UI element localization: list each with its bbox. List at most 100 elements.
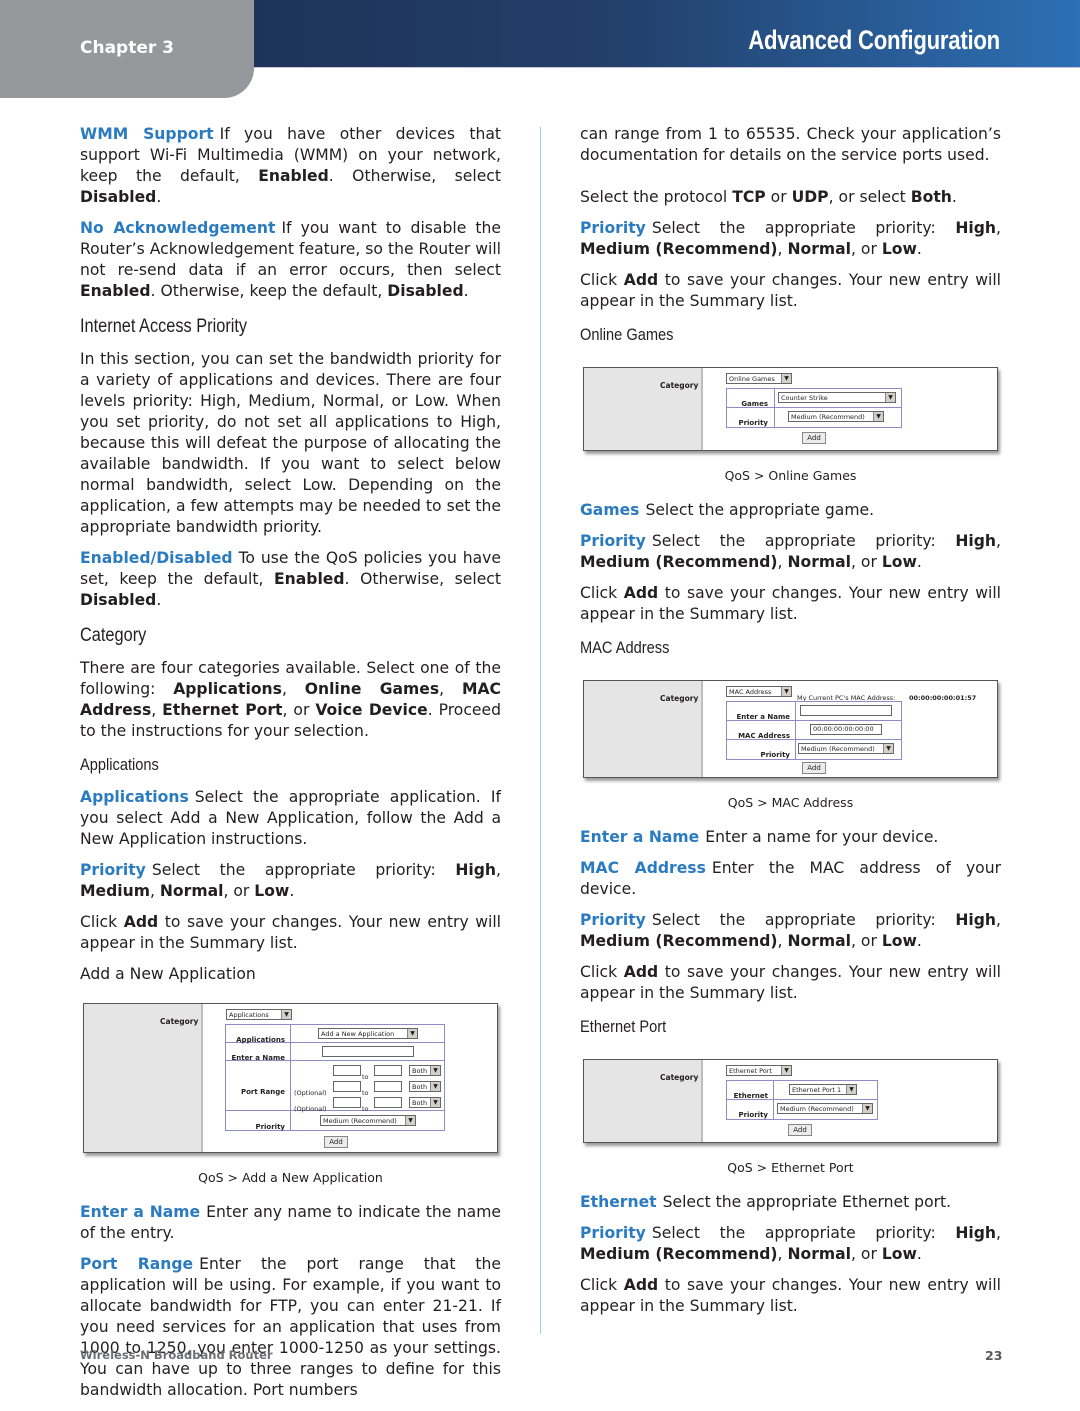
category-select[interactable]: Applications ▼	[226, 1009, 292, 1020]
priority-select[interactable]: Medium (Recommend) ▼	[777, 1103, 873, 1114]
caption-mac-address: QoS > MAC Address	[727, 795, 854, 810]
priority-select[interactable]: Medium (Recommend) ▼	[788, 411, 884, 422]
chevron-down-icon: ▼	[430, 1066, 440, 1075]
term-applications: Applications	[80, 788, 189, 806]
section-title: Advanced Configuration	[748, 25, 1000, 55]
term-priority: Priority	[580, 219, 646, 237]
priority-select[interactable]: Medium (Recommend) ▼	[798, 743, 894, 754]
protocol-select-1[interactable]: Both ▼	[409, 1065, 441, 1076]
enter-name-para: Enter a Name Enter any name to indicate t…	[80, 1203, 501, 1242]
screenshot-ethernet-port: Category Ethernet Port ▼ Ethernet Etherne…	[583, 1059, 998, 1143]
protocol-para: Select the protocol TCP or UDP, or selec…	[580, 188, 957, 206]
mac-address-para: MAC Address Enter the MAC address of your…	[580, 859, 1002, 898]
page-number: 23	[985, 1348, 1003, 1363]
chevron-down-icon: ▼	[430, 1098, 440, 1107]
mac-address-input[interactable]: 00:00:00:00:00:00	[810, 724, 882, 735]
click-add-para-mac: Click Add to save your changes. Your new…	[580, 963, 1001, 1002]
caption-online-games: QoS > Online Games	[724, 468, 857, 483]
name-input[interactable]	[800, 705, 892, 716]
term-priority: Priority	[80, 861, 146, 879]
games-select[interactable]: Counter Strike ▼	[778, 392, 896, 403]
column-divider	[540, 127, 541, 1334]
heading-applications: Applications	[80, 755, 159, 774]
enter-name-para-mac: Enter a Name Enter a name for your device…	[580, 828, 939, 846]
add-button[interactable]: Add	[324, 1136, 348, 1148]
heading-online-games: Online Games	[580, 325, 674, 344]
no-ack-para: No Acknowledgement If you want to disable…	[80, 219, 501, 300]
chevron-down-icon: ▼	[405, 1116, 415, 1125]
ethernet-label: Ethernet	[733, 1092, 768, 1100]
chevron-down-icon: ▼	[407, 1029, 417, 1038]
ethernet-select[interactable]: Ethernet Port 1 ▼	[789, 1084, 857, 1095]
port-range-para: Port Range Enter the port range that the …	[80, 1255, 501, 1399]
applications-para: Applications Select the appropriate appli…	[80, 788, 501, 848]
port-end-input-3[interactable]	[374, 1097, 402, 1108]
add-button[interactable]: Add	[788, 1124, 812, 1136]
wmm-support-para: WMM Support If you have other devices tha…	[80, 125, 501, 206]
term-mac-address: MAC Address	[580, 859, 706, 877]
category-label: Category	[160, 1017, 199, 1026]
term-priority: Priority	[580, 911, 646, 929]
applications-select[interactable]: Add a New Application ▼	[318, 1028, 418, 1039]
chevron-down-icon: ▼	[885, 393, 895, 402]
priority-select[interactable]: Medium (Recommend) ▼	[320, 1115, 416, 1126]
chevron-down-icon: ▼	[781, 687, 791, 696]
term-ethernet: Ethernet	[580, 1193, 657, 1211]
term-wmm-support: WMM Support	[80, 125, 214, 143]
chapter-label: Chapter 3	[80, 38, 175, 58]
port-start-input-1[interactable]	[333, 1065, 361, 1076]
port-end-input-2[interactable]	[374, 1081, 402, 1092]
port-range-continued: can range from 1 to 65535. Check your ap…	[580, 125, 1001, 164]
category-label: Category	[660, 381, 699, 390]
priority-para-eth: Priority Select the appropriate priority:…	[580, 1224, 1001, 1263]
click-add-para-eth: Click Add to save your changes. Your new…	[580, 1276, 1001, 1315]
term-enter-a-name: Enter a Name	[580, 828, 700, 846]
priority-label: Priority	[255, 1123, 285, 1131]
chapter-tab: Chapter 3	[0, 0, 254, 98]
click-add-para-apps: Click Add to save your changes. Your new…	[580, 271, 1001, 310]
click-add-para: Click Add to save your changes. Your new…	[80, 913, 501, 952]
name-input[interactable]	[322, 1046, 414, 1057]
chevron-down-icon: ▼	[430, 1082, 440, 1091]
port-start-input-2[interactable]	[333, 1081, 361, 1092]
priority-para-mac: Priority Select the appropriate priority:…	[580, 911, 1001, 950]
category-body: There are four categories available. Sel…	[80, 659, 501, 740]
caption-ethernet-port: QoS > Ethernet Port	[727, 1160, 854, 1175]
term-priority: Priority	[580, 532, 646, 550]
category-select[interactable]: MAC Address ▼	[726, 686, 792, 697]
chevron-down-icon: ▼	[781, 374, 791, 383]
chevron-down-icon: ▼	[846, 1085, 856, 1094]
heading-ethernet-port: Ethernet Port	[580, 1017, 667, 1036]
add-button[interactable]: Add	[802, 432, 826, 444]
heading-category: Category	[80, 625, 147, 646]
category-label: Category	[660, 694, 699, 703]
enter-name-label: Enter a Name	[736, 713, 790, 721]
category-select[interactable]: Ethernet Port ▼	[726, 1065, 792, 1076]
priority-label: Priority	[738, 1111, 768, 1119]
games-label: Games	[741, 400, 768, 408]
category-select[interactable]: Online Games ▼	[726, 373, 792, 384]
header-bar: Advanced Configuration	[254, 0, 1080, 68]
footer-product-name: Wireless-N Broadband Router	[80, 1348, 273, 1362]
enter-name-label: Enter a Name	[231, 1054, 285, 1062]
protocol-select-2[interactable]: Both ▼	[409, 1081, 441, 1092]
priority-para-games: Priority Select the appropriate priority:…	[580, 532, 1001, 571]
ethernet-para: Ethernet Select the appropriate Ethernet …	[580, 1193, 952, 1211]
games-para: Games Select the appropriate game.	[580, 501, 875, 519]
screenshot-add-new-application: Category Applications ▼ Applications Add …	[83, 1003, 498, 1153]
heading-mac-address: MAC Address	[580, 638, 670, 657]
port-start-input-3[interactable]	[333, 1097, 361, 1108]
term-games: Games	[580, 501, 640, 519]
current-mac-value: 00:00:00:00:01:57	[909, 694, 977, 702]
protocol-select-3[interactable]: Both ▼	[409, 1097, 441, 1108]
left-column: WMM Support If you have other devices tha…	[80, 124, 501, 1411]
port-end-input-1[interactable]	[374, 1065, 402, 1076]
term-no-acknowledgement: No Acknowledgement	[80, 219, 276, 237]
chevron-down-icon: ▼	[873, 412, 883, 421]
port-range-label: Port Range	[240, 1088, 285, 1096]
iap-body: In this section, you can set the bandwid…	[80, 350, 501, 536]
add-button[interactable]: Add	[802, 762, 826, 774]
term-priority: Priority	[580, 1224, 646, 1242]
heading-internet-access-priority: Internet Access Priority	[80, 316, 248, 337]
priority-label: Priority	[738, 419, 768, 427]
